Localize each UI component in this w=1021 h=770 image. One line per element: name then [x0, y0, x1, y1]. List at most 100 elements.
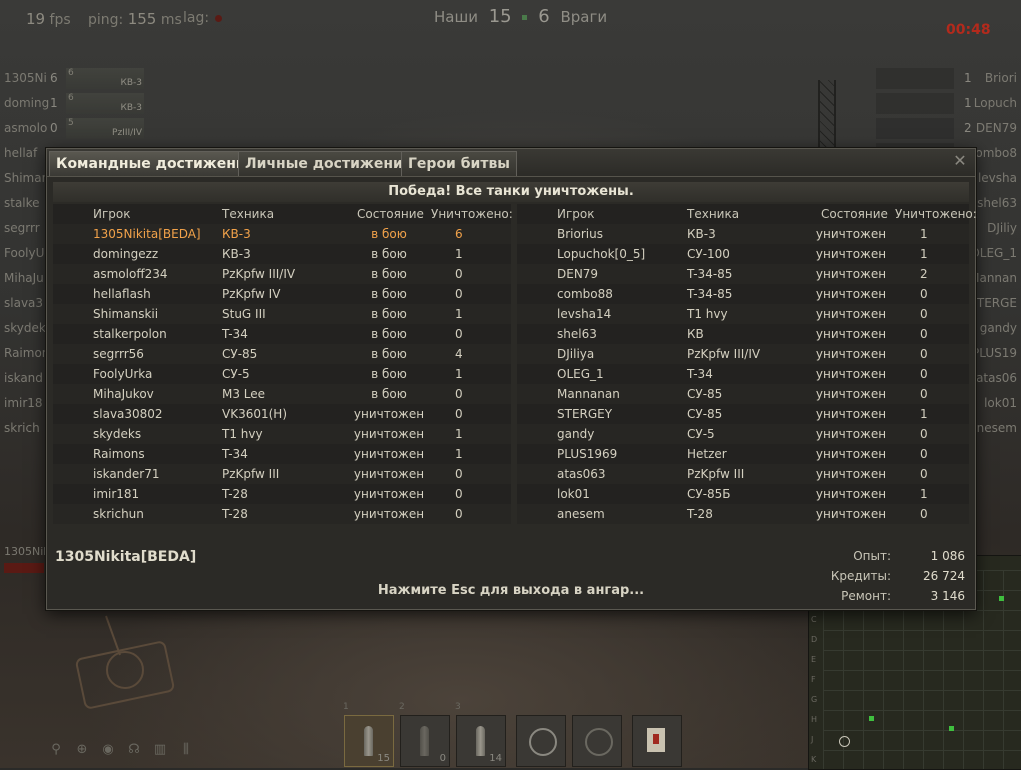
player-cell: DJiliya	[557, 347, 595, 361]
battle-results-window: Командные достижения Личные достижения Г…	[46, 148, 977, 610]
table-row[interactable]: atas063 PzKpfw III уничтожен 0	[517, 464, 969, 484]
tank-icon: 5 PzIII/IV	[66, 118, 144, 139]
table-row[interactable]: lok01 СУ-85Б уничтожен 1	[517, 484, 969, 504]
status-cell: уничтожен	[353, 467, 425, 481]
vehicle-cell: СУ-5	[687, 427, 715, 441]
player-cell: 1305Nikita[BEDA]	[93, 227, 201, 241]
vehicle-cell: СУ-85	[687, 387, 723, 401]
table-row[interactable]: Shimanskii StuG III в бою 1	[53, 304, 511, 324]
destroyed-cell: 1	[920, 487, 928, 501]
ammo-slot-2[interactable]: 20	[399, 702, 450, 767]
player-cell: iskander71	[93, 467, 160, 481]
binoculars-icon: ⚲	[51, 742, 61, 757]
table-row[interactable]: DJiliya PzKpfw III/IV уничтожен 0	[517, 344, 969, 364]
table-row[interactable]: OLEG_1 T-34 уничтожен 0	[517, 364, 969, 384]
table-row[interactable]: imir181 T-28 уничтожен 0	[53, 484, 511, 504]
player-cell: Mannanan	[557, 387, 620, 401]
status-cell: в бою	[371, 287, 407, 301]
vehicle-cell: PzKpfw III	[687, 467, 745, 481]
table-row[interactable]: asmoloff234 PzKpfw III/IV в бою 0	[53, 264, 511, 284]
table-row[interactable]: skydeks T1 hvy уничтожен 1	[53, 424, 511, 444]
table-row[interactable]: STERGEY СУ-85 уничтожен 1	[517, 404, 969, 424]
status-cell: уничтожен	[815, 447, 887, 461]
table-row[interactable]: Lopuchok[0_5] СУ-100 уничтожен 1	[517, 244, 969, 264]
player-cell: stalkerpolon	[93, 327, 167, 341]
tab-personal-achievements[interactable]: Личные достижения	[238, 151, 419, 176]
player-cell: Lopuchok[0_5]	[557, 247, 646, 261]
vehicle-cell: PzKpfw III	[222, 467, 280, 481]
status-cell: уничтожен	[815, 387, 887, 401]
vehicle-cell: T-34	[222, 327, 248, 341]
player-name: 1305Nikita[BEDA]	[55, 549, 197, 565]
vehicle-cell: T-34	[687, 367, 713, 381]
table-row[interactable]: domingezz КВ-3 в бою 1	[53, 244, 511, 264]
consumable-medkit-slot[interactable]	[632, 715, 682, 767]
player-cell: Raimons	[93, 447, 145, 461]
table-row[interactable]: Briorius КВ-3 уничтожен 1	[517, 224, 969, 244]
table-row[interactable]: MihaJukov M3 Lee в бою 0	[53, 384, 511, 404]
enemy-list-name: Mannan	[969, 271, 1017, 285]
tank-icon: 6 КВ-3	[66, 68, 144, 89]
destroyed-cell: 0	[455, 267, 463, 281]
tank-icon: 6 КВ-3	[66, 93, 144, 114]
minimap-row-label: K	[811, 755, 817, 764]
ammo-slot-3[interactable]: 3 14	[455, 702, 506, 767]
stat-experience: Опыт: 1 086	[853, 549, 965, 563]
table-row[interactable]: combo88 T-34-85 уничтожен 0	[517, 284, 969, 304]
battle-result-message: Победа! Все танки уничтожены.	[53, 182, 969, 202]
table-row[interactable]: stalkerpolon T-34 в бою 0	[53, 324, 511, 344]
consumable-compass-slot[interactable]	[572, 715, 622, 767]
close-icon[interactable]: ✕	[951, 152, 969, 170]
table-row[interactable]: 1305Nikita[BEDA] КВ-3 в бою 6	[53, 224, 511, 244]
table-row[interactable]: Mannanan СУ-85 уничтожен 0	[517, 384, 969, 404]
table-row[interactable]: PLUS1969 Hetzer уничтожен 0	[517, 444, 969, 464]
player-cell: asmoloff234	[93, 267, 168, 281]
table-row[interactable]: Raimons T-34 уничтожен 1	[53, 444, 511, 464]
enemy-list-item: 1 Lopuch	[876, 92, 1021, 117]
table-row[interactable]: shel63 КВ уничтожен 0	[517, 324, 969, 344]
destroyed-cell: 1	[455, 307, 463, 321]
table-row[interactable]: hellaflash PzKpfw IV в бою 0	[53, 284, 511, 304]
table-row[interactable]: gandy СУ-5 уничтожен 0	[517, 424, 969, 444]
table-row[interactable]: skrichun T-28 уничтожен 0	[53, 504, 511, 524]
ally-list-name: skrich	[4, 421, 40, 435]
destroyed-cell: 0	[920, 367, 928, 381]
tab-team-achievements[interactable]: Командные достижения	[49, 151, 262, 176]
ammo-slot-1[interactable]: 1 15	[343, 702, 394, 767]
vehicle-cell: КВ-3	[222, 247, 251, 261]
table-row[interactable]: segrrr56 СУ-85 в бою 4	[53, 344, 511, 364]
table-row[interactable]: levsha14 T1 hvy уничтожен 0	[517, 304, 969, 324]
enemy-list-item: 2 DEN79	[876, 117, 1021, 142]
status-cell: уничтожен	[815, 347, 887, 361]
ally-list-kills: 1	[50, 96, 58, 110]
table-row[interactable]: FoolyUrka СУ-5 в бою 1	[53, 364, 511, 384]
enemy-list-item: 1 Briori	[876, 67, 1021, 92]
ally-list-name: asmolo	[4, 121, 48, 135]
tank-name: PzIII/IV	[112, 128, 142, 138]
status-cell: уничтожен	[815, 467, 887, 481]
destroyed-cell: 0	[920, 447, 928, 461]
ally-list-kills: 6	[50, 71, 58, 85]
status-cell: уничтожен	[353, 487, 425, 501]
vehicle-cell: PzKpfw III/IV	[222, 267, 296, 281]
table-row[interactable]: iskander71 PzKpfw III уничтожен 0	[53, 464, 511, 484]
table-row[interactable]: DEN79 T-34-85 уничтожен 2	[517, 264, 969, 284]
status-cell: уничтожен	[815, 487, 887, 501]
tab-battle-heroes[interactable]: Герои битвы	[401, 151, 517, 176]
table-row[interactable]: slava30802 VK3601(H) уничтожен 0	[53, 404, 511, 424]
tank-icon	[876, 68, 954, 89]
vehicle-cell: T-34-85	[687, 267, 733, 281]
table-row[interactable]: anesem T-28 уничтожен 0	[517, 504, 969, 524]
destroyed-cell: 1	[920, 407, 928, 421]
vehicle-cell: T-34-85	[687, 287, 733, 301]
player-cell: imir181	[93, 487, 140, 501]
minimap-row-label: G	[811, 695, 818, 704]
destroyed-cell: 0	[920, 327, 928, 341]
ally-marker	[869, 716, 874, 721]
enemy-list-kills: 2	[964, 121, 972, 135]
ally-marker	[949, 726, 954, 731]
minimap-row-label: D	[811, 635, 818, 644]
vehicle-cell: T-34	[222, 447, 248, 461]
consumable-gauge-slot[interactable]	[516, 715, 566, 767]
ally-list-name: iskand	[4, 371, 43, 385]
